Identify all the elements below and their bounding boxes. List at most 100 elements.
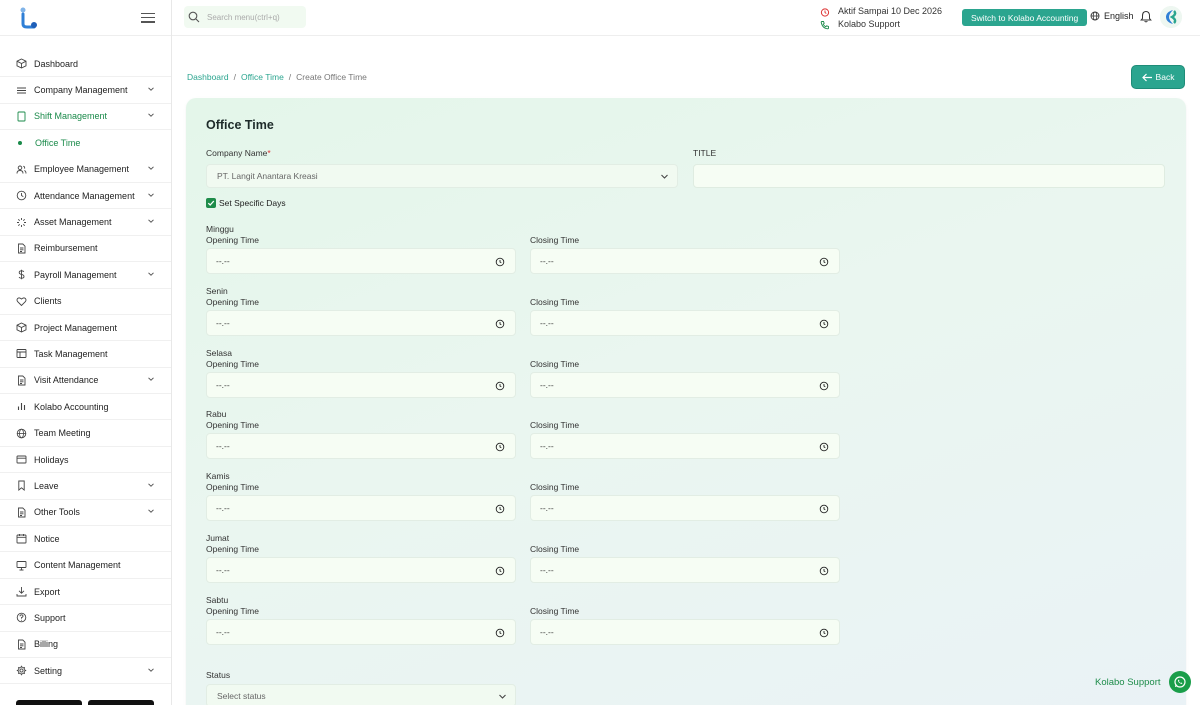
clock-icon[interactable] (819, 381, 829, 391)
google-play-badge[interactable] (16, 700, 82, 705)
sidebar-item-content-management[interactable]: Content Management (0, 552, 171, 579)
clock-icon[interactable] (819, 442, 829, 452)
closing-time-label: Closing Time (530, 482, 580, 493)
sidebar-item-clients[interactable]: Clients (0, 289, 171, 315)
sidebar-item-reimbursement[interactable]: Reimbursement (0, 236, 171, 263)
breadcrumb-dashboard[interactable]: Dashboard (187, 72, 229, 82)
sidebar-item-project-management[interactable]: Project Management (0, 315, 171, 342)
list-icon (16, 85, 27, 96)
sidebar-item-billing[interactable]: Billing (0, 632, 171, 658)
title-label: TITLE (693, 148, 717, 158)
opening-time-input-senin[interactable]: --.-- (206, 309, 516, 336)
opening-time-input-minggu[interactable]: --.-- (206, 248, 516, 274)
sidebar-item-shift-management[interactable]: Shift Management (0, 104, 171, 131)
closing-time-input-selasa[interactable]: --.-- (530, 371, 840, 398)
clock-icon[interactable] (495, 319, 505, 329)
opening-time-input-sabtu[interactable]: --.-- (206, 618, 516, 645)
company-name-select[interactable]: PT. Langit Anantara Kreasi (206, 164, 678, 188)
search-icon (188, 11, 200, 23)
clock-icon[interactable] (495, 566, 505, 576)
clock-icon[interactable] (819, 257, 829, 267)
sidebar-item-label: Attendance Management (34, 190, 135, 201)
time-value: --.-- (540, 565, 554, 575)
clock-icon[interactable] (495, 504, 505, 514)
specific-days-label: Set Specific Days (219, 198, 286, 208)
sidebar-item-asset-management[interactable]: Asset Management (0, 209, 171, 236)
sidebar-item-support[interactable]: Support (0, 605, 171, 632)
globe-icon (16, 428, 27, 439)
title-input[interactable] (693, 164, 1165, 188)
sidebar-item-label: Shift Management (34, 111, 108, 122)
opening-time-input-selasa[interactable]: --.-- (206, 371, 516, 398)
chevron-down-icon[interactable] (147, 270, 155, 280)
subscription-info: Aktif Sampai 10 Dec 2026 Kolabo Support (820, 5, 942, 31)
sidebar-item-leave[interactable]: Leave (0, 473, 171, 500)
clock-icon[interactable] (819, 319, 829, 329)
chevron-down-icon[interactable] (147, 481, 155, 491)
time-value: --.-- (540, 379, 554, 390)
sidebar-item-notice[interactable]: Notice (0, 526, 171, 553)
closing-time-label: Closing Time (530, 235, 580, 245)
sidebar-item-attendance-management[interactable]: Attendance Management (0, 183, 171, 210)
search-input[interactable]: Search menu(ctrl+q) (207, 13, 280, 22)
back-button[interactable]: Back (1132, 66, 1184, 88)
sidebar-item-label: Export (34, 586, 61, 597)
chevron-down-icon[interactable] (147, 217, 155, 227)
closing-time-input-jumat[interactable]: --.-- (530, 557, 840, 583)
status-select[interactable]: Select status (206, 684, 516, 705)
language-selector[interactable]: English (1090, 11, 1134, 21)
chevron-down-icon[interactable] (147, 85, 155, 95)
sidebar-item-label: Task Management (34, 348, 108, 359)
sidebar-item-task-management[interactable]: Task Management (0, 341, 171, 368)
menu-toggle-icon[interactable] (141, 12, 155, 23)
sidebar-subitem-office-time[interactable]: Office Time (0, 130, 171, 156)
chevron-down-icon[interactable] (147, 111, 155, 121)
clock-icon[interactable] (819, 628, 829, 638)
clock-icon[interactable] (819, 504, 829, 514)
sidebar-item-export[interactable]: Export (0, 579, 171, 606)
sidebar-item-other-tools[interactable]: Other Tools (0, 500, 171, 527)
chevron-down-icon[interactable] (147, 507, 155, 517)
time-value: --.-- (540, 626, 554, 637)
bookmark-icon (16, 480, 27, 492)
sidebar-item-setting[interactable]: Setting (0, 658, 171, 685)
sidebar-item-payroll-management[interactable]: Payroll Management (0, 262, 171, 289)
opening-time-input-kamis[interactable]: --.-- (206, 495, 516, 522)
sidebar-item-team-meeting[interactable]: Team Meeting (0, 420, 171, 447)
sidebar-item-holidays[interactable]: Holidays (0, 447, 171, 474)
chevron-down-icon[interactable] (147, 375, 155, 385)
support-contact-text[interactable]: Kolabo Support (838, 18, 900, 31)
specific-days-checkbox[interactable] (206, 198, 216, 208)
app-store-badge[interactable] (88, 700, 154, 705)
closing-time-input-kamis[interactable]: --.-- (530, 495, 840, 522)
whatsapp-support-button[interactable]: Kolabo Support (1095, 671, 1191, 693)
switch-accounting-button[interactable]: Switch to Kolabo Accounting (962, 9, 1088, 26)
sidebar-item-dashboard[interactable]: Dashboard (0, 51, 171, 78)
opening-time-input-jumat[interactable]: --.-- (206, 557, 516, 583)
sidebar-item-kolabo-accounting[interactable]: Kolabo Accounting (0, 394, 171, 421)
notification-bell-icon[interactable] (1140, 10, 1152, 25)
chevron-down-icon[interactable] (147, 164, 155, 174)
chevron-down-icon[interactable] (147, 191, 155, 201)
clock-icon[interactable] (819, 566, 829, 576)
brand-logo[interactable] (14, 5, 40, 31)
clock-icon[interactable] (495, 257, 505, 267)
closing-time-input-senin[interactable]: --.-- (530, 309, 840, 336)
company-name-label: Company Name* (206, 148, 271, 158)
chevron-down-icon[interactable] (147, 666, 155, 676)
sidebar-item-label: Dashboard (34, 58, 79, 69)
sidebar-item-company-management[interactable]: Company Management (0, 77, 171, 104)
opening-time-input-rabu[interactable]: --.-- (206, 433, 516, 460)
closing-time-input-sabtu[interactable]: --.-- (530, 618, 840, 645)
clock-icon[interactable] (495, 442, 505, 452)
breadcrumb-office-time[interactable]: Office Time (241, 72, 284, 82)
clock-icon[interactable] (495, 381, 505, 391)
closing-time-input-minggu[interactable]: --.-- (530, 248, 840, 274)
sidebar-item-visit-attendance[interactable]: Visit Attendance (0, 368, 171, 395)
sidebar-item-employee-management[interactable]: Employee Management (0, 157, 171, 183)
clock-icon[interactable] (495, 628, 505, 638)
user-avatar[interactable] (1160, 6, 1182, 28)
closing-time-input-rabu[interactable]: --.-- (530, 433, 840, 460)
company-name-value: PT. Langit Anantara Kreasi (217, 171, 318, 181)
search-box[interactable]: Search menu(ctrl+q) (184, 6, 306, 28)
